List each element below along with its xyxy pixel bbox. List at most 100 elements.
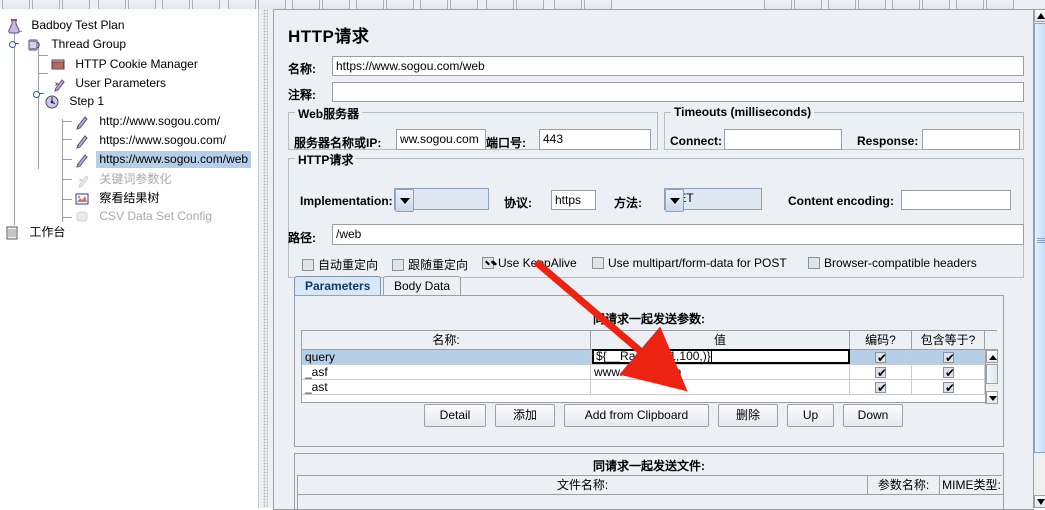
table-row-include-equals[interactable]: ✔: [912, 350, 985, 365]
add-button[interactable]: 添加: [495, 404, 555, 427]
tree-item-badboy-test-plan[interactable]: Badboy Test Plan: [6, 17, 128, 34]
tree-item-http-cookie-manager[interactable]: HTTP Cookie Manager: [50, 56, 201, 73]
scroll-up-button[interactable]: [1034, 9, 1045, 22]
tree-item-http-sampler-2[interactable]: https://www.sogou.com/: [74, 132, 229, 149]
tab-body-data[interactable]: Body Data: [383, 276, 462, 295]
tree-item-csv-data-set-config[interactable]: CSV Data Set Config: [74, 208, 215, 225]
table-row-encode[interactable]: ✔: [850, 365, 912, 380]
checkbox-auto-redirect[interactable]: 自动重定向: [302, 256, 378, 273]
connect-label: Connect:: [670, 134, 722, 148]
scroll-thumb[interactable]: [986, 364, 998, 384]
checkbox-box[interactable]: [592, 257, 604, 269]
value-cell-text: ${__Random(1,100,)}: [596, 349, 711, 363]
checkbox-box-checked[interactable]: ✔: [875, 382, 887, 394]
port-input[interactable]: 443: [539, 129, 651, 150]
table-row-name[interactable]: query: [302, 350, 591, 365]
tree-item-http-sampler-1[interactable]: http://www.sogou.com/: [74, 113, 223, 130]
checkbox-box-checked[interactable]: [482, 257, 494, 269]
tree-expand-handle[interactable]: [9, 39, 19, 48]
tree-item-step-1[interactable]: Step 1: [44, 93, 107, 110]
column-header-name[interactable]: 名称:: [302, 331, 591, 350]
column-header-param-name[interactable]: 参数名称:: [868, 476, 940, 495]
check-icon: ✔: [877, 366, 888, 380]
checkbox-box-checked[interactable]: ✔: [875, 352, 887, 364]
tree-item-workbench[interactable]: 工作台: [4, 224, 68, 241]
checkbox-browser-compatible-headers[interactable]: Browser-compatible headers: [808, 256, 977, 270]
content-encoding-input[interactable]: [901, 190, 1011, 210]
panel-splitter[interactable]: [258, 9, 274, 508]
files-table[interactable]: 文件名称: 参数名称: MIME类型:: [297, 475, 1003, 509]
server-input[interactable]: ww.sogou.com: [396, 129, 486, 150]
http-sampler-icon: [74, 133, 90, 149]
add-from-clipboard-button[interactable]: Add from Clipboard: [564, 404, 709, 427]
checkbox-box-checked[interactable]: ✔: [943, 382, 955, 394]
window-vertical-scrollbar[interactable]: [1033, 9, 1045, 508]
column-header-encode[interactable]: 编码?: [850, 331, 912, 350]
test-plan-tree[interactable]: Badboy Test Plan Thread Group HTTP Cooki…: [0, 9, 258, 508]
user-parameters-icon: [50, 76, 66, 92]
table-row-value[interactable]: www.sogou.com: [591, 365, 850, 380]
tree-expand-handle[interactable]: [33, 89, 43, 98]
table-row-encode[interactable]: ✔: [850, 380, 912, 395]
splitter-grip: [263, 9, 268, 508]
column-header-corner: [985, 331, 998, 350]
checkbox-box[interactable]: [392, 259, 404, 271]
checkbox-box-checked[interactable]: ✔: [943, 351, 956, 365]
checkbox-box-checked[interactable]: ✔: [943, 367, 955, 379]
scroll-thumb[interactable]: [1034, 23, 1045, 453]
response-input[interactable]: [922, 129, 1020, 150]
tree-item-label: http://www.sogou.com/: [99, 114, 221, 129]
value-cell-editor[interactable]: ${__Random(1,100,)}: [592, 349, 850, 364]
tree-item-view-results-tree[interactable]: 察看结果树: [74, 190, 162, 207]
implementation-select[interactable]: [394, 188, 489, 212]
method-select[interactable]: GET: [664, 188, 762, 212]
checkbox-follow-redirect[interactable]: 跟随重定向: [392, 256, 468, 273]
column-header-mime-type[interactable]: MIME类型:: [940, 476, 1003, 495]
table-row-encode[interactable]: ✔: [850, 350, 912, 365]
check-icon: ✔: [945, 351, 956, 365]
scroll-up-button[interactable]: [986, 350, 998, 363]
column-header-value[interactable]: 值: [591, 331, 850, 350]
tree-item-thread-group[interactable]: Thread Group: [26, 36, 129, 53]
content-encoding-label: Content encoding:: [788, 194, 894, 208]
checkbox-box[interactable]: [302, 259, 314, 271]
chevron-down-icon[interactable]: [395, 189, 414, 212]
tree-item-keyword-parameterization[interactable]: 关键词参数化: [74, 171, 174, 188]
tree-item-user-parameters[interactable]: User Parameters: [50, 75, 169, 92]
tree-item-label: https://www.sogou.com/: [99, 133, 227, 148]
tab-parameters[interactable]: Parameters: [294, 276, 382, 295]
checkbox-use-keepalive[interactable]: Use KeepAlive: [482, 256, 577, 270]
column-header-include-equals[interactable]: 包含等于?: [912, 331, 985, 350]
checkbox-use-multipart[interactable]: Use multipart/form-data for POST: [592, 256, 787, 270]
chevron-down-icon[interactable]: [665, 189, 684, 212]
name-input[interactable]: https://www.sogou.com/web: [332, 56, 1024, 76]
scroll-down-button[interactable]: [986, 391, 998, 404]
table-row-include-equals[interactable]: ✔: [912, 380, 985, 395]
protocol-input[interactable]: https: [551, 190, 596, 210]
scroll-down-button[interactable]: [1034, 495, 1045, 508]
detail-button[interactable]: Detail: [424, 404, 486, 427]
checkbox-box-checked[interactable]: ✔: [875, 366, 888, 380]
connect-input[interactable]: [724, 129, 842, 150]
table-row-include-equals[interactable]: ✔: [912, 365, 985, 380]
tree-item-label: CSV Data Set Config: [99, 209, 213, 224]
tree-line: [38, 43, 39, 169]
checkbox-box[interactable]: [808, 257, 820, 269]
delete-button[interactable]: 删除: [718, 404, 778, 427]
table-row-name[interactable]: _asf: [302, 365, 591, 380]
parameters-heading: 同请求一起发送参数:: [593, 312, 705, 326]
tree-item-label: Thread Group: [51, 37, 127, 52]
path-input[interactable]: /web: [332, 224, 1024, 245]
parameters-table-scrollbar[interactable]: [985, 350, 998, 404]
up-button[interactable]: Up: [787, 404, 834, 427]
response-label: Response:: [857, 134, 919, 148]
parameters-table[interactable]: 名称: 值 编码? 包含等于? query ✔ ✔ ${__Random(1,1…: [301, 330, 998, 404]
down-button[interactable]: Down: [843, 404, 903, 427]
table-row-name[interactable]: _ast: [302, 380, 591, 395]
tree-item-label: Badboy Test Plan: [31, 18, 125, 33]
comment-input[interactable]: [332, 82, 1024, 102]
arrow-down-icon: [1037, 499, 1045, 505]
tree-item-http-sampler-3[interactable]: https://www.sogou.com/web: [74, 151, 252, 169]
column-header-file-name[interactable]: 文件名称:: [298, 476, 868, 495]
table-row-value[interactable]: [591, 380, 850, 395]
